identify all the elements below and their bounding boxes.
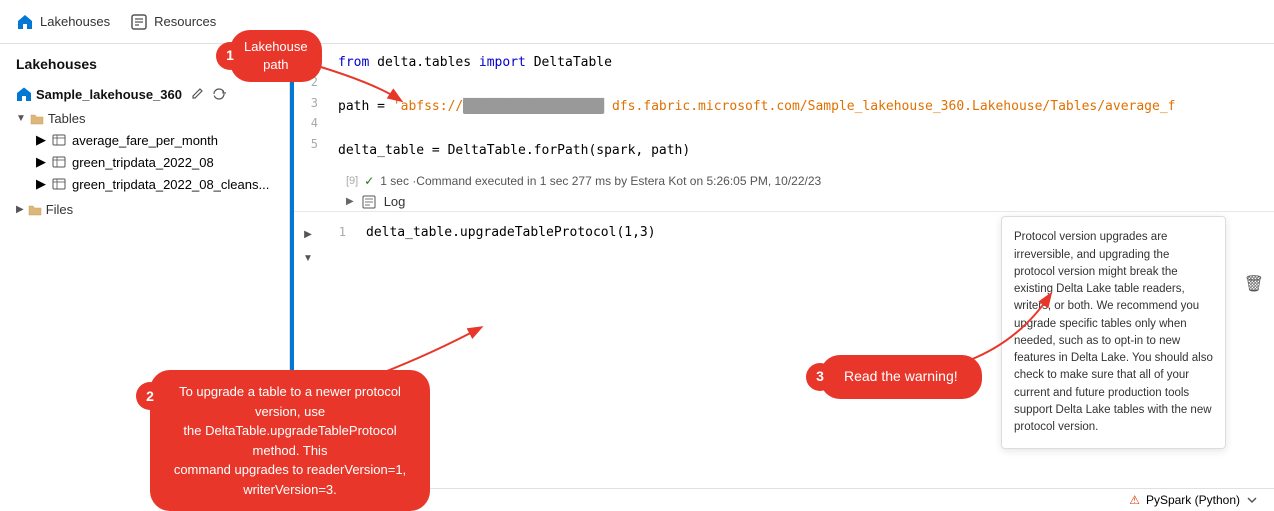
folder-icon	[30, 112, 44, 126]
cell-number-1: [9]	[346, 175, 358, 187]
output-text-1: 1 sec ·Command executed in 1 sec 277 ms …	[380, 174, 821, 188]
code-line-1: from delta.tables import DeltaTable	[330, 52, 1274, 74]
kw-import: import	[479, 55, 526, 70]
code-cell-2: ▶ ▼ 1 delta_table.upgradeTableProtocol(1…	[294, 212, 1274, 511]
lakehouses-icon	[16, 13, 34, 31]
pyspark-bar: ⚠ PySpark (Python)	[294, 488, 1274, 511]
callout-number-2: 2	[136, 382, 164, 410]
line-numbers-2: 1	[322, 220, 358, 246]
tree-item-average-fare[interactable]: ▶ average_fare_per_month	[0, 129, 289, 151]
code-line-3: path = 'abfss://██████████████████ dfs.f…	[330, 96, 1274, 118]
table-icon-3	[52, 177, 66, 191]
nav-resources-label: Resources	[154, 14, 216, 29]
tree-section-files[interactable]: ▶ Files	[0, 199, 289, 220]
down-button[interactable]: ▼	[298, 248, 318, 268]
callout-text-2: To upgrade a table to a newer protocol v…	[174, 384, 406, 497]
code-cell-1-inner: 1 2 3 4 5 from delta.tables import Delta…	[294, 44, 1274, 170]
nav-lakehouses[interactable]: Lakehouses	[16, 13, 110, 31]
code-line-5: delta_table = DeltaTable.forPath(spark, …	[330, 140, 1274, 162]
code-area: 1 2 3 4 5 from delta.tables import Delta…	[294, 44, 1274, 511]
kw-module: delta.tables	[377, 55, 479, 70]
code-lines-1: from delta.tables import DeltaTable path…	[330, 44, 1274, 170]
tree-item-green-tripdata-2[interactable]: ▶ green_tripdata_2022_08_cleans...	[0, 173, 289, 195]
chevron-right-icon-3: ▶	[36, 176, 46, 192]
chevron-right-icon-1: ▶	[36, 132, 46, 148]
cell-output-1: [9] ✓ 1 sec ·Command executed in 1 sec 2…	[294, 170, 1274, 192]
table-name-3: green_tripdata_2022_08_cleans...	[72, 177, 269, 192]
lakehouse-row[interactable]: Sample_lakehouse_360	[0, 80, 289, 108]
tables-label: Tables	[48, 111, 86, 126]
cell-controls: ▶ ▼	[294, 220, 322, 272]
code-cell-1: 1 2 3 4 5 from delta.tables import Delta…	[294, 44, 1274, 212]
resources-icon	[130, 13, 148, 31]
sync-icon[interactable]	[212, 87, 226, 101]
table-icon-1	[52, 133, 66, 147]
log-label: Log	[384, 194, 406, 209]
var-path: path =	[338, 99, 393, 114]
callout-text-3: Read the warning!	[844, 368, 958, 384]
top-nav: Lakehouses Resources	[0, 0, 1274, 44]
var-delta: delta_table = DeltaTable.forPath(spark, …	[338, 143, 690, 158]
table-name-2: green_tripdata_2022_08	[72, 155, 214, 170]
code-line-4	[330, 118, 1274, 140]
pencil-icon	[190, 87, 204, 101]
run-button[interactable]: ▶	[298, 224, 318, 244]
kw-class: DeltaTable	[534, 55, 612, 70]
warning-triangle-icon: ⚠	[1129, 493, 1140, 507]
nav-lakehouses-label: Lakehouses	[40, 14, 110, 29]
chevron-right-icon-files: ▶	[16, 204, 24, 215]
chevron-log: ▶	[346, 196, 354, 207]
callout-text-1: Lakehousepath	[244, 39, 308, 72]
table-name-1: average_fare_per_month	[72, 133, 218, 148]
nav-resources[interactable]: Resources	[130, 13, 216, 31]
callout-2-bubble: 2 To upgrade a table to a newer protocol…	[150, 370, 430, 511]
upgrade-code: delta_table.upgradeTableProtocol(1,3)	[366, 225, 656, 240]
code-line-2	[330, 74, 1274, 96]
pyspark-label: PySpark (Python)	[1146, 493, 1240, 507]
lakehouse-name: Sample_lakehouse_360	[36, 87, 182, 102]
check-mark: ✓	[364, 174, 374, 188]
kw-from: from	[338, 55, 369, 70]
warning-text: Protocol version upgrades are irreversib…	[1014, 231, 1213, 433]
log-icon	[362, 195, 376, 209]
table-icon-2	[52, 155, 66, 169]
callout-1-bubble: 1 Lakehousepath	[230, 30, 322, 82]
str-path-val: 'abfss://██████████████████ dfs.fabric.m…	[393, 99, 1176, 114]
folder-icon-files	[28, 203, 42, 217]
chevron-right-icon-2: ▶	[36, 154, 46, 170]
tree-children-tables: ▶ average_fare_per_month ▶ gre	[0, 129, 289, 195]
chevron-down-icon: ▼	[16, 113, 26, 124]
delete-icon[interactable]: 🗑	[1244, 274, 1264, 294]
warning-popup: Protocol version upgrades are irreversib…	[1001, 216, 1226, 449]
tree-item-green-tripdata-1[interactable]: ▶ green_tripdata_2022_08	[0, 151, 289, 173]
tree-section-tables[interactable]: ▼ Tables	[0, 108, 289, 129]
callout-number-3: 3	[806, 363, 834, 391]
callout-number-1: 1	[216, 42, 244, 70]
files-label: Files	[46, 202, 73, 217]
callout-3-bubble: 3 Read the warning!	[820, 355, 982, 399]
lakehouse-icon	[16, 86, 32, 102]
chevron-down-pyspark[interactable]	[1246, 494, 1258, 506]
log-row[interactable]: ▶ Log	[294, 192, 1274, 211]
